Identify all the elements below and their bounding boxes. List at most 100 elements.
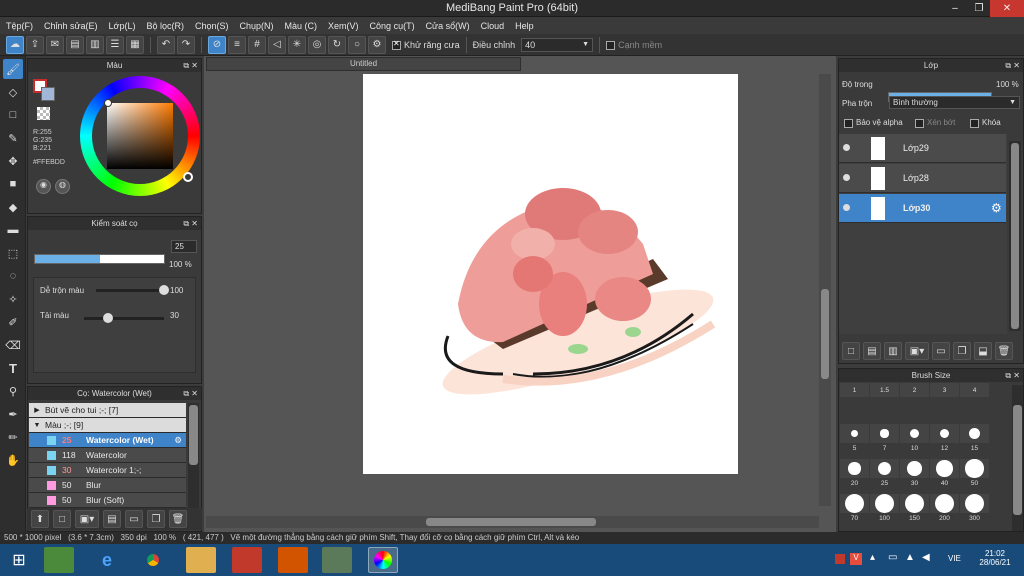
brush-size-slider[interactable] bbox=[34, 254, 165, 264]
visibility-icon[interactable] bbox=[843, 144, 850, 151]
page-icon[interactable]: ▥ bbox=[86, 35, 104, 54]
close-button[interactable]: ✕ bbox=[990, 0, 1024, 17]
brush-item[interactable]: 50 Blur (Soft) bbox=[29, 493, 186, 508]
bluestacks-icon[interactable] bbox=[44, 547, 74, 573]
tray-app-icon[interactable] bbox=[835, 554, 845, 564]
duplicate-icon[interactable]: ❐ bbox=[147, 510, 165, 528]
new-1bit-layer-icon[interactable]: ▥ bbox=[884, 342, 902, 360]
internet-explorer-icon[interactable]: e bbox=[92, 547, 122, 573]
visibility-icon[interactable] bbox=[843, 204, 850, 211]
pen-tool-icon[interactable]: ✏ bbox=[3, 427, 23, 447]
brush-size-cell[interactable] bbox=[870, 424, 899, 443]
undo-icon[interactable]: ↶ bbox=[157, 35, 175, 54]
clipping-checkbox[interactable] bbox=[915, 119, 924, 128]
media-player-icon[interactable] bbox=[232, 547, 262, 573]
brush-size-cell[interactable] bbox=[960, 424, 989, 443]
smooth-edge-toggle[interactable]: Cạnh mềm bbox=[606, 40, 662, 50]
brush-settings-icon[interactable]: ▤ bbox=[103, 510, 121, 528]
shape-tool-icon[interactable]: ■ bbox=[3, 174, 23, 194]
menu-color[interactable]: Màu (C) bbox=[285, 21, 318, 31]
hue-ring[interactable] bbox=[80, 76, 200, 196]
layer-row[interactable]: Lớp28 bbox=[839, 164, 1006, 193]
share-icon[interactable]: ⇪ bbox=[26, 35, 44, 54]
menu-filter[interactable]: Bộ lọc(R) bbox=[146, 21, 184, 31]
scrollbar-thumb[interactable] bbox=[426, 518, 596, 526]
select-eraser-icon[interactable]: ⌫ bbox=[3, 335, 23, 355]
menu-help[interactable]: Help bbox=[515, 21, 534, 31]
brush-tool-icon[interactable]: 🖌 bbox=[3, 59, 23, 79]
divide-tool-icon[interactable]: ⚲ bbox=[3, 381, 23, 401]
scrollbar-thumb[interactable] bbox=[189, 405, 198, 465]
clipping-toggle[interactable]: Xén bớt bbox=[915, 118, 955, 128]
folder-icon[interactable]: ▭ bbox=[125, 510, 143, 528]
tray-chevron-icon[interactable]: ▴ bbox=[870, 552, 875, 563]
menu-view[interactable]: Xem(V) bbox=[328, 21, 359, 31]
drawing-canvas[interactable] bbox=[363, 74, 738, 474]
gradient-tool-icon[interactable]: ▬ bbox=[3, 220, 23, 240]
saturation-value-square[interactable] bbox=[107, 103, 173, 169]
blend-knob[interactable] bbox=[159, 285, 169, 295]
settings-icon[interactable]: ⚙ bbox=[368, 35, 386, 54]
brush-size-cell[interactable] bbox=[870, 494, 899, 513]
menu-tools[interactable]: Công cụ(T) bbox=[370, 21, 415, 31]
tray-network-icon[interactable]: ▲ bbox=[905, 552, 915, 563]
merge-layer-icon[interactable]: ⬓ bbox=[974, 342, 992, 360]
sv-cursor[interactable] bbox=[104, 99, 112, 107]
lock-toggle[interactable]: Khóa bbox=[970, 118, 1001, 128]
brush-size-cell[interactable] bbox=[840, 494, 869, 513]
protect-alpha-checkbox[interactable] bbox=[844, 119, 853, 128]
brush-item[interactable]: 30 Watercolor 1;-; bbox=[29, 463, 186, 478]
close-icon[interactable]: ⧉ ✕ bbox=[183, 59, 198, 72]
close-icon[interactable]: ⧉ ✕ bbox=[183, 217, 198, 230]
minimize-button[interactable]: – bbox=[942, 0, 968, 17]
document-tab[interactable]: Untitled bbox=[206, 57, 521, 71]
select-rect-icon[interactable]: ⬚ bbox=[3, 243, 23, 263]
menu-file[interactable]: Tệp(F) bbox=[6, 21, 33, 31]
app-icon[interactable] bbox=[278, 547, 308, 573]
hue-cursor[interactable] bbox=[183, 172, 193, 182]
close-icon[interactable]: ⧉ ✕ bbox=[1005, 369, 1020, 382]
brush-group[interactable]: ▼ Màu ;-; [9] bbox=[29, 418, 186, 433]
menu-cloud[interactable]: Cloud bbox=[481, 21, 505, 31]
brush-size-cell[interactable] bbox=[900, 494, 929, 513]
dot-tool-icon[interactable]: □ bbox=[3, 105, 23, 125]
antialias-checkbox[interactable] bbox=[392, 39, 401, 50]
add-brush-icon[interactable]: ▣▾ bbox=[75, 510, 99, 528]
brush-download-icon[interactable]: ⬆ bbox=[31, 510, 49, 528]
chrome-icon[interactable] bbox=[138, 547, 168, 573]
layer-settings-icon[interactable]: ⚙ bbox=[991, 201, 1002, 215]
adjust-select[interactable]: 40 ▼ bbox=[521, 37, 594, 52]
radial-snap-icon[interactable]: ✳ bbox=[288, 35, 306, 54]
menu-window[interactable]: Cửa sổ(W) bbox=[426, 21, 470, 31]
green-app-icon[interactable] bbox=[322, 547, 352, 573]
visibility-icon[interactable] bbox=[843, 174, 850, 181]
page-list-icon[interactable]: ☰ bbox=[106, 35, 124, 54]
move-tool-icon[interactable]: ✥ bbox=[3, 151, 23, 171]
menu-select[interactable]: Chọn(S) bbox=[195, 21, 229, 31]
layer-row[interactable]: Lớp29 bbox=[839, 134, 1006, 163]
brush-size-scrollbar[interactable] bbox=[1012, 385, 1023, 531]
scrollbar-thumb[interactable] bbox=[1013, 405, 1022, 515]
brush-size-cell[interactable] bbox=[960, 494, 989, 513]
menu-snap[interactable]: Chụp(N) bbox=[240, 21, 274, 31]
vertical-scrollbar[interactable] bbox=[819, 74, 831, 506]
folder-icon[interactable]: ▭ bbox=[932, 342, 950, 360]
brush-size-cell[interactable] bbox=[960, 459, 989, 478]
brush-item[interactable]: 25 Watercolor (Wet) ⚙ bbox=[29, 433, 186, 448]
new-layer-icon[interactable]: □ bbox=[842, 342, 860, 360]
close-icon[interactable]: ⧉ ✕ bbox=[1005, 59, 1020, 72]
tray-battery-icon[interactable]: ▭ bbox=[888, 552, 897, 563]
new-halftone-layer-icon[interactable]: ▤ bbox=[863, 342, 881, 360]
language-indicator[interactable]: VIE bbox=[948, 554, 961, 563]
clock[interactable]: 21:02 28/06/21 bbox=[975, 549, 1015, 567]
blend-mode-select[interactable]: Bình thường ▼ bbox=[889, 96, 1020, 109]
layer-row-selected[interactable]: Lớp30 ⚙ bbox=[839, 194, 1006, 223]
blur-tool-icon[interactable]: ✎ bbox=[3, 128, 23, 148]
brush-size-cell[interactable] bbox=[930, 459, 959, 478]
brush-size-cell[interactable] bbox=[930, 494, 959, 513]
horizontal-scrollbar[interactable] bbox=[206, 516, 819, 528]
circle-snap-icon[interactable]: ◎ bbox=[308, 35, 326, 54]
brush-group[interactable]: ▶ Bút vẽ cho tui ;-; [7] bbox=[29, 403, 186, 418]
medibang-taskbar-icon[interactable] bbox=[368, 547, 398, 573]
tray-v-icon[interactable]: V bbox=[850, 553, 862, 565]
